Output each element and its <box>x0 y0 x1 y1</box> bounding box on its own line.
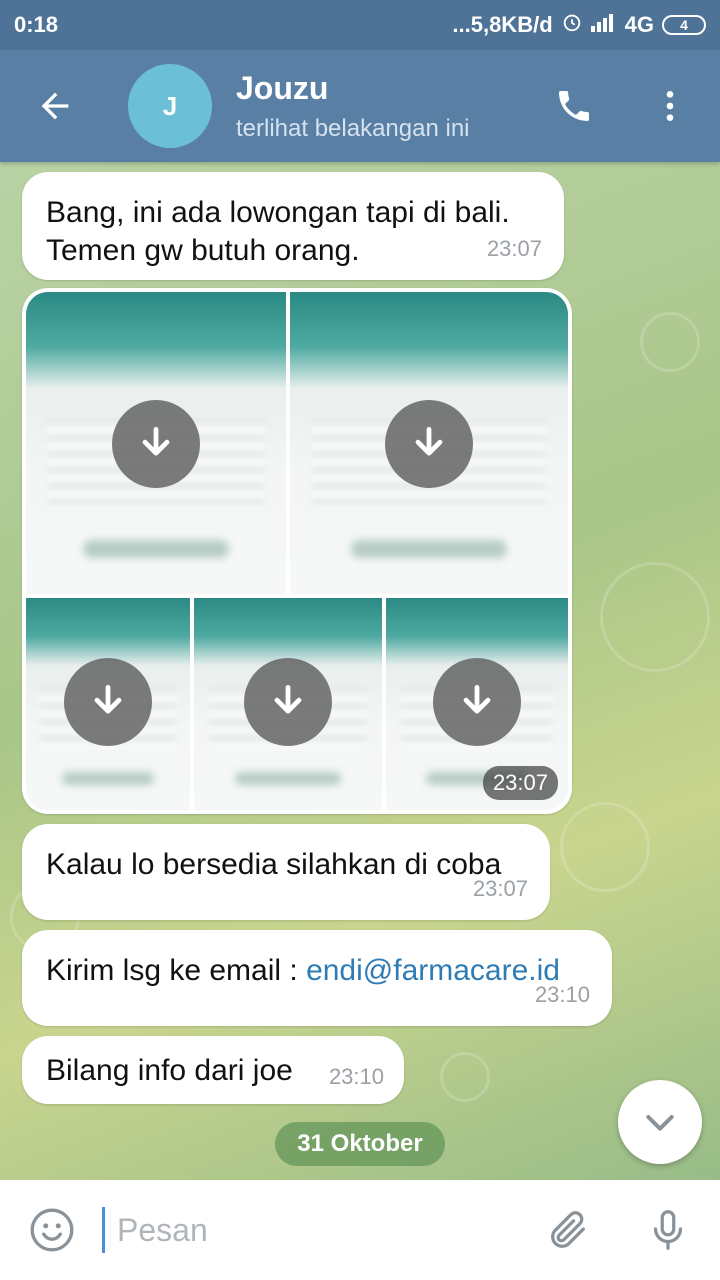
download-button[interactable] <box>244 658 332 746</box>
image-thumbnail[interactable] <box>26 598 190 810</box>
chat-name: Jouzu <box>236 69 329 106</box>
message-bubble[interactable]: Kirim lsg ke email : endi@farmacare.id 2… <box>22 930 612 1026</box>
message-time: 23:07 <box>472 876 528 901</box>
message-list[interactable]: Bang, ini ada lowongan tapi di bali. Tem… <box>0 162 720 1180</box>
wallpaper-doodle <box>600 562 710 672</box>
wallpaper-doodle <box>560 802 650 892</box>
network-speed: ...5,8KB/d <box>452 12 553 37</box>
battery-icon: 4 <box>662 15 706 35</box>
chat-status: terlihat belakangan ini <box>236 114 470 142</box>
message-bubble[interactable]: Bilang info dari joe 23:10 <box>22 1036 404 1104</box>
attach-button[interactable] <box>538 1200 598 1260</box>
message-text: Kirim lsg ke email : endi@farmacare.id <box>46 952 588 990</box>
more-vertical-icon <box>666 91 674 121</box>
emoji-button[interactable] <box>22 1200 82 1260</box>
voice-message-button[interactable] <box>638 1200 698 1260</box>
message-text-prefix: Kirim lsg ke email : <box>46 954 307 987</box>
image-thumbnail[interactable] <box>194 598 382 810</box>
message-bubble[interactable]: Kalau lo bersedia silahkan di coba 23:07 <box>22 824 550 920</box>
call-button[interactable] <box>544 76 604 136</box>
download-button[interactable] <box>433 658 521 746</box>
message-input[interactable] <box>117 1200 538 1260</box>
message-text: Kalau lo bersedia silahkan di coba <box>46 848 502 881</box>
signal-icon <box>590 12 617 38</box>
avatar-letter: J <box>162 90 178 121</box>
download-icon <box>463 684 491 714</box>
message-time: 23:07 <box>486 236 542 261</box>
media-time: 23:07 <box>482 766 558 800</box>
status-time: 0:18 <box>14 12 59 37</box>
back-arrow-icon <box>41 92 69 120</box>
image-thumbnail[interactable] <box>290 292 568 594</box>
network-type: 4G <box>624 12 654 37</box>
status-bar: 0:18 ...5,8KB/d 4G 4 <box>0 0 720 50</box>
download-icon <box>274 684 302 714</box>
text-caret <box>102 1207 105 1253</box>
image-thumbnail[interactable] <box>26 292 286 594</box>
media-album-bubble[interactable]: 23:07 <box>22 288 572 814</box>
emoji-icon <box>30 1208 74 1252</box>
phone-icon <box>559 91 589 121</box>
back-button[interactable] <box>0 50 110 162</box>
download-icon <box>142 426 170 456</box>
download-button[interactable] <box>64 658 152 746</box>
status-indicators: ...5,8KB/d 4G 4 <box>452 11 706 39</box>
battery-level: 4 <box>680 17 688 33</box>
download-button[interactable] <box>385 400 473 488</box>
message-time: 23:10 <box>328 1064 384 1089</box>
attach-icon <box>551 1211 585 1248</box>
wallpaper-doodle <box>440 1052 490 1102</box>
more-options-button[interactable] <box>640 76 700 136</box>
alarm-icon <box>561 11 583 39</box>
mic-icon <box>653 1210 683 1250</box>
download-button[interactable] <box>112 400 200 488</box>
avatar[interactable]: J <box>128 64 212 148</box>
message-composer <box>0 1180 720 1280</box>
message-text: Bang, ini ada lowongan tapi di bali. Tem… <box>46 196 510 267</box>
message-bubble[interactable]: Bang, ini ada lowongan tapi di bali. Tem… <box>22 172 564 280</box>
download-icon <box>415 426 443 456</box>
date-divider: 31 Oktober <box>275 1122 445 1166</box>
download-icon <box>94 684 122 714</box>
chat-header: J Jouzu terlihat belakangan ini <box>0 50 720 162</box>
chevron-down-icon <box>646 1115 674 1131</box>
wallpaper-doodle <box>640 312 700 372</box>
email-link[interactable]: endi@farmacare.id <box>306 954 560 987</box>
chat-title-block[interactable]: Jouzu terlihat belakangan ini <box>236 70 544 143</box>
message-time: 23:10 <box>534 982 590 1007</box>
scroll-to-bottom-button[interactable] <box>618 1080 702 1164</box>
